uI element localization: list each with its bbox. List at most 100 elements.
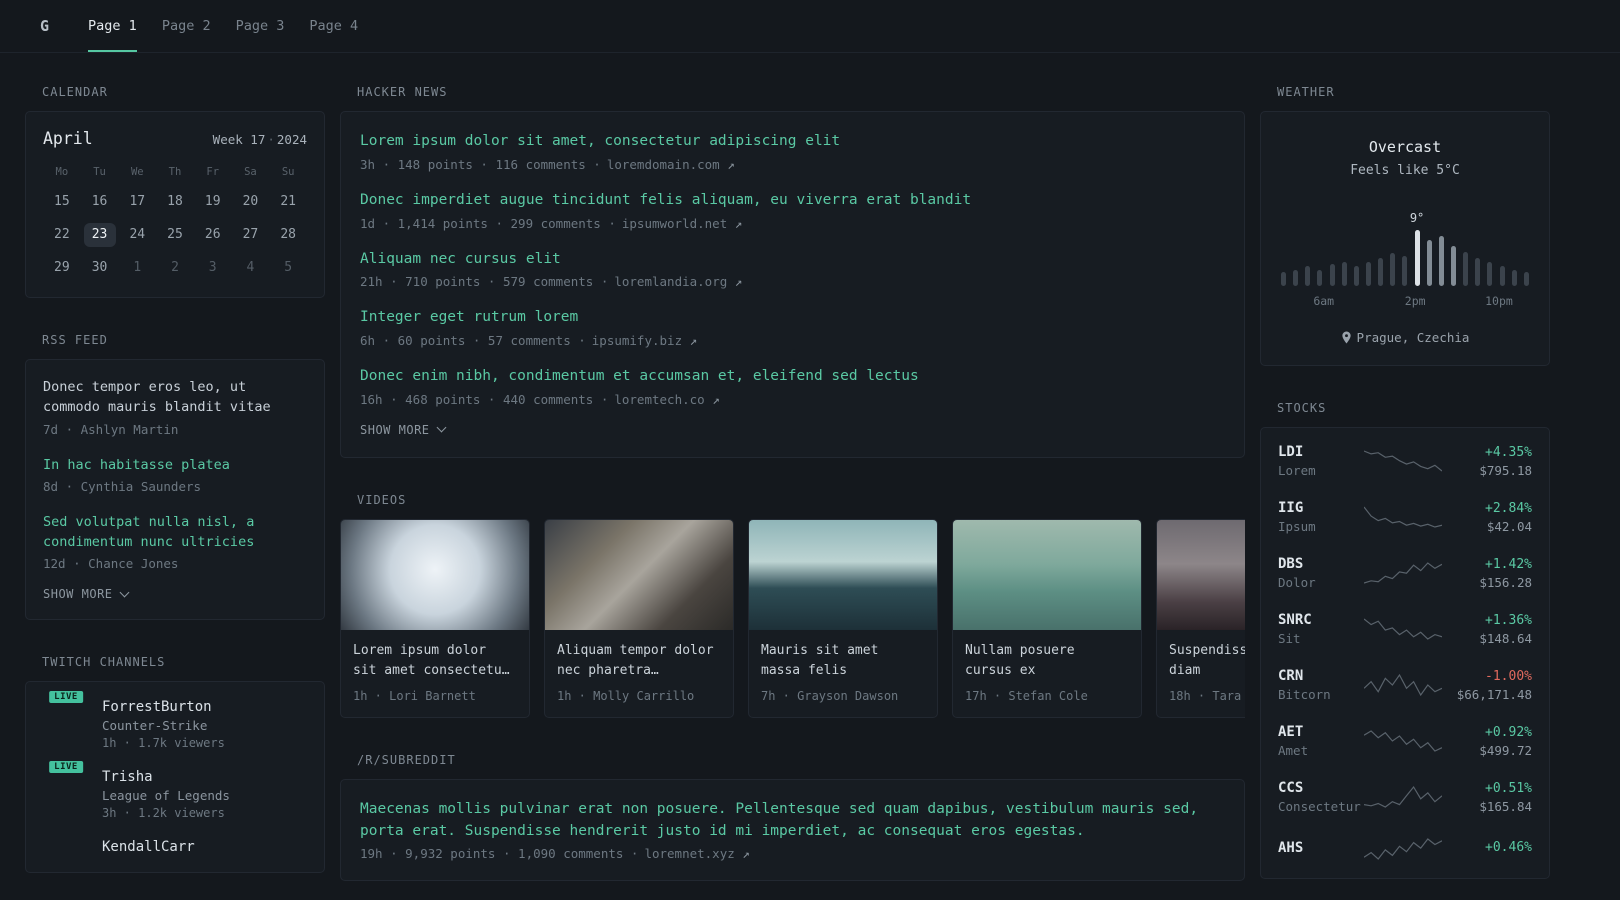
video-card[interactable]: Suspendisse diam 18h · Tara <box>1156 518 1245 718</box>
external-link-icon: ↗ <box>734 274 743 290</box>
rss-headline[interactable]: In hac habitasse platea <box>43 455 307 475</box>
hn-headline[interactable]: Integer eget rutrum lorem <box>360 307 1225 329</box>
twitch-channel-name: Trisha <box>102 769 153 786</box>
rss-headline[interactable]: Sed volutpat nulla nisl, a condimentum n… <box>43 512 307 553</box>
calendar-day-next-month: 3 <box>208 260 217 275</box>
twitch-channel-meta: 3h · 1.2k viewers <box>102 806 225 821</box>
left-column: CALENDAR April Week 17 · 2024 Mo Tu We Th … <box>25 85 325 881</box>
stock-symbol: AHS <box>1278 839 1304 856</box>
video-title: Nullam posuere cursus ex <box>965 642 1075 678</box>
video-thumbnail <box>953 519 1141 630</box>
dow-su: Su <box>281 166 295 178</box>
twitch-channel-name: KendallCarr <box>102 839 195 856</box>
stock-row[interactable]: LDI Lorem +4.35% $795.18 <box>1278 444 1532 478</box>
stock-row[interactable]: SNRC Sit +1.36% $148.64 <box>1278 612 1532 646</box>
hn-show-more-button[interactable]: SHOW MORE <box>360 422 446 437</box>
stock-price: $795.18 <box>1479 462 1532 478</box>
show-more-label: SHOW MORE <box>360 422 430 437</box>
hn-headline[interactable]: Donec enim nibh, condimentum et accumsan… <box>360 366 1225 388</box>
rss-widget: Donec tempor eros leo, ut commodo mauris… <box>25 359 325 621</box>
video-thumbnail <box>1157 519 1245 630</box>
reddit-meta-text: 19h · 9,932 points · 1,090 comments · <box>360 846 639 862</box>
calendar-day: 26 <box>204 227 221 242</box>
reddit-post-headline[interactable]: Maecenas mollis pulvinar erat non posuer… <box>360 799 1225 843</box>
hn-headline[interactable]: Aliquam nec cursus elit <box>360 249 1225 271</box>
calendar-days-grid: 15 16 17 18 19 20 21 22 23 24 25 26 27 2… <box>43 190 307 280</box>
stock-price: $148.64 <box>1479 630 1532 646</box>
rss-headline[interactable]: Donec tempor eros leo, ut commodo mauris… <box>43 377 307 418</box>
twitch-section: TWITCH CHANNELS LIVE ForrestBurton Count… <box>25 655 325 874</box>
video-meta: 17h · Stefan Cole <box>965 688 1088 703</box>
video-title: Mauris sit amet massa felis <box>761 642 879 678</box>
location-pin-icon <box>1341 331 1351 344</box>
stock-price: $42.04 <box>1486 518 1532 534</box>
external-link-icon: ↗ <box>734 215 743 231</box>
dow-sa: Sa <box>244 166 257 178</box>
videos-section: VIDEOS Lorem ipsum dolor sit amet consec… <box>340 493 1245 718</box>
calendar-section-title: CALENDAR <box>42 85 108 99</box>
stocks-section-title: STOCKS <box>1277 401 1327 415</box>
rss-item: Sed volutpat nulla nisl, a condimentum n… <box>43 512 307 572</box>
weather-feels-like: Feels like 5°C <box>1350 163 1460 178</box>
tab-page-3[interactable]: Page 3 <box>236 0 285 52</box>
stock-change: +4.35% <box>1485 444 1532 460</box>
hn-item: Lorem ipsum dolor sit amet, consectetur … <box>360 131 1225 172</box>
subreddit-widget: Maecenas mollis pulvinar erat non posuer… <box>340 778 1245 882</box>
hn-meta: 3h · 148 points · 116 comments · loremdom… <box>360 157 1225 172</box>
tab-page-1[interactable]: Page 1 <box>88 0 137 52</box>
video-card[interactable]: Aliquam tempor dolor nec pharetra… 1h · … <box>544 518 734 718</box>
stock-row[interactable]: CCS Consectetur +0.51% $165.84 <box>1278 780 1532 814</box>
twitch-channel-category: Counter-Strike <box>102 718 208 734</box>
stock-sparkline <box>1364 836 1443 862</box>
hn-domain-link[interactable]: loremdomain.com ↗ <box>607 157 735 172</box>
dashboard: CALENDAR April Week 17 · 2024 Mo Tu We Th … <box>0 53 1620 882</box>
stock-sparkline <box>1364 616 1443 642</box>
stock-change: +0.46% <box>1485 840 1532 855</box>
hn-headline[interactable]: Lorem ipsum dolor sit amet, consectetur … <box>360 131 1225 153</box>
hn-domain-link[interactable]: loremtech.co ↗ <box>614 392 719 407</box>
twitch-channel-row[interactable]: KendallCarr <box>43 839 307 855</box>
stock-name: Bitcorn <box>1278 687 1331 702</box>
hn-headline[interactable]: Donec imperdiet augue tincidunt felis al… <box>360 190 1225 212</box>
video-card[interactable]: Mauris sit amet massa felis 7h · Grayson… <box>748 518 938 718</box>
hn-domain-link[interactable]: ipsumify.biz ↗ <box>592 333 697 348</box>
calendar-day-next-month: 5 <box>284 260 293 275</box>
external-link-icon: ↗ <box>727 156 735 172</box>
live-badge: LIVE <box>47 689 85 706</box>
hn-item: Donec enim nibh, condimentum et accumsan… <box>360 366 1225 407</box>
external-link-icon: ↗ <box>742 846 750 862</box>
stock-name: Ipsum <box>1278 519 1316 534</box>
reddit-domain-link[interactable]: loremnet.xyz ↗ <box>644 846 749 861</box>
video-card[interactable]: Nullam posuere cursus ex 17h · Stefan Co… <box>952 518 1142 718</box>
video-card[interactable]: Lorem ipsum dolor sit amet consectetu… 1… <box>340 518 530 718</box>
tab-page-2[interactable]: Page 2 <box>162 0 211 52</box>
stock-row[interactable]: AET Amet +0.92% $499.72 <box>1278 724 1532 758</box>
hn-domain-link[interactable]: loremlandia.org ↗ <box>614 274 742 289</box>
external-link-icon: ↗ <box>712 391 720 407</box>
stock-row[interactable]: DBS Dolor +1.42% $156.28 <box>1278 556 1532 590</box>
hn-domain-link[interactable]: ipsumworld.net ↗ <box>622 216 742 231</box>
twitch-channel-row[interactable]: LIVE ForrestBurton Counter-Strike 1h · 1… <box>43 689 307 750</box>
stock-row[interactable]: CRN Bitcorn -1.00% $66,171.48 <box>1278 668 1532 702</box>
app-logo: G <box>40 17 50 35</box>
calendar-day: 28 <box>280 227 296 242</box>
rss-section-title: RSS FEED <box>42 333 108 347</box>
hour-label: 2pm <box>1404 294 1426 308</box>
stock-symbol: DBS <box>1278 556 1304 572</box>
hacker-news-widget: Lorem ipsum dolor sit amet, consectetur … <box>340 111 1245 458</box>
stock-change: +0.51% <box>1485 780 1532 796</box>
weather-condition: Overcast <box>1368 138 1442 156</box>
current-temp-label: 9° <box>1409 211 1425 225</box>
video-title: Lorem ipsum dolor sit amet consectetu… <box>353 642 510 678</box>
calendar-day: 17 <box>129 194 146 209</box>
stock-price: $165.84 <box>1479 798 1532 814</box>
chevron-down-icon <box>119 587 129 598</box>
twitch-channel-row[interactable]: LIVE Trisha League of Legends 3h · 1.2k … <box>43 759 307 821</box>
calendar-day-headers: Mo Tu We Th Fr Sa Su <box>43 166 307 178</box>
stock-row[interactable]: IIG Ipsum +2.84% $42.04 <box>1278 500 1532 534</box>
tab-page-4[interactable]: Page 4 <box>309 0 358 52</box>
stock-symbol: AET <box>1278 724 1304 740</box>
rss-show-more-button[interactable]: SHOW MORE <box>43 587 129 601</box>
stock-row[interactable]: AHS +0.46% <box>1278 836 1532 862</box>
subreddit-section: /R/SUBREDDIT Maecenas mollis pulvinar er… <box>340 753 1245 882</box>
